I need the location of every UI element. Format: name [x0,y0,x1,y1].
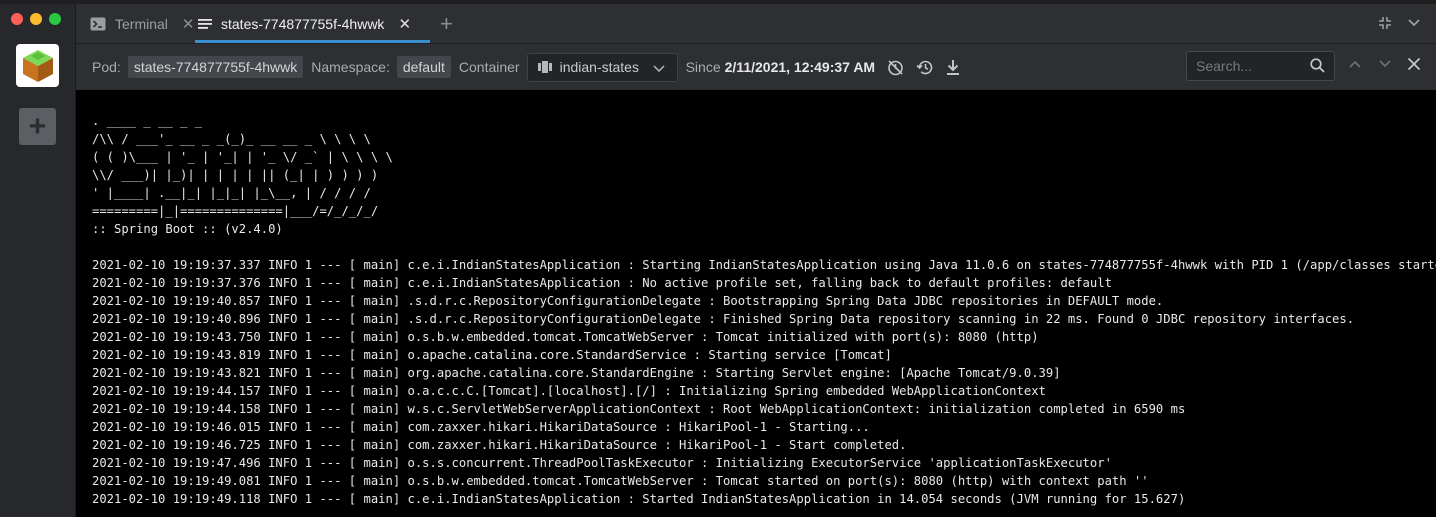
cluster-avatar-icon[interactable] [16,44,59,87]
cluster-sidebar: + [0,4,76,517]
terminal-icon [90,17,106,31]
banner-line: ' |____| .__|_| |_|_| |_\__, | / / / / [92,186,371,200]
cube-icon [22,49,53,82]
log-line: 2021-02-10 19:19:46.015 INFO 1 --- [ mai… [92,420,870,434]
dock-tab-bar: Terminal ✕ states-774877755f-4hwwk ✕ + [76,4,1436,44]
add-cluster-button[interactable]: + [19,108,56,145]
logs-toolbar: Pod: states-774877755f-4hwwk Namespace: … [76,44,1436,90]
log-line: 2021-02-10 19:19:49.081 INFO 1 --- [ mai… [92,474,1149,488]
log-line: 2021-02-10 19:19:43.821 INFO 1 --- [ mai… [92,366,1061,380]
since-label: Since [685,59,721,75]
log-line: 2021-02-10 19:19:46.725 INFO 1 --- [ mai… [92,438,907,452]
namespace-label: Namespace: [311,59,390,75]
since-value: 2/11/2021, 12:49:37 AM [724,59,876,75]
log-line: 2021-02-10 19:19:43.819 INFO 1 --- [ mai… [92,348,892,362]
banner-line: . ____ _ __ _ _ [92,114,203,128]
container-select-value: indian-states [559,59,639,75]
banner-line: =========|_|==============|___/=/_/_/_/ [92,204,379,218]
container-label: Container [458,59,520,75]
container-select[interactable]: indian-states [526,52,678,82]
log-line: 2021-02-10 19:19:43.750 INFO 1 --- [ mai… [92,330,1039,344]
banner-line: ( ( )\___ | '_ | '_| | '_ \/ _` | \ \ \ … [92,150,393,164]
since-timestamp: Since 2/11/2021, 12:49:37 AM [686,59,876,75]
window-zoom-button[interactable] [49,13,61,25]
close-icon[interactable] [1407,57,1421,74]
log-line: 2021-02-10 19:19:44.157 INFO 1 --- [ mai… [92,384,1046,398]
log-line: 2021-02-10 19:19:37.337 INFO 1 --- [ mai… [92,258,1436,272]
new-tab-button[interactable]: + [440,12,453,36]
window-minimize-button[interactable] [30,13,42,25]
namespace-badge: default [396,56,451,78]
tab-terminal[interactable]: Terminal ✕ [90,4,194,44]
window-close-button[interactable] [11,13,23,25]
active-tab-indicator [195,40,430,43]
chevron-up-icon[interactable] [1348,57,1362,74]
banner-line: \\/ ___)| |_)| | | | | || (_| | ) ) ) ) [92,168,379,182]
chevron-down-icon[interactable] [1407,16,1421,33]
pod-label: Pod: [92,59,121,75]
log-line: 2021-02-10 19:19:40.896 INFO 1 --- [ mai… [92,312,1355,326]
close-icon[interactable]: ✕ [398,15,411,33]
log-search-box [1186,51,1335,81]
tab-label: states-774877755f-4hwwk [221,16,385,32]
search-icon[interactable] [1310,58,1325,76]
tab-pod-logs[interactable]: states-774877755f-4hwwk ✕ [198,4,411,44]
history-icon[interactable] [916,59,934,76]
banner-line: :: Spring Boot :: (v2.4.0) [92,222,283,236]
close-icon[interactable]: ✕ [182,15,195,33]
log-blank-line [92,238,1436,256]
log-line: 2021-02-10 19:19:44.158 INFO 1 --- [ mai… [92,402,1186,416]
pod-name-badge: states-774877755f-4hwwk [127,56,304,78]
container-icon [537,61,552,73]
search-input[interactable] [1187,52,1305,80]
chevron-down-icon[interactable] [1378,57,1392,74]
log-line: 2021-02-10 19:19:47.496 INFO 1 --- [ mai… [92,456,1112,470]
log-line: 2021-02-10 19:19:40.857 INFO 1 --- [ mai… [92,294,1164,308]
tab-label: Terminal [115,16,168,32]
log-output: . ____ _ __ _ _ /\\ / ___'_ __ _ _(_)_ _… [76,90,1436,517]
log-lines-icon [198,18,212,30]
banner-line: /\\ / ___'_ __ _ _(_)_ __ __ _ \ \ \ \ [92,132,371,146]
download-icon[interactable] [946,59,960,76]
log-line: 2021-02-10 19:19:37.376 INFO 1 --- [ mai… [92,276,1112,290]
timestamps-icon[interactable] [887,59,904,76]
chevron-down-icon [653,61,665,77]
log-line: 2021-02-10 19:19:49.118 INFO 1 --- [ mai… [92,492,1186,506]
fullscreen-icon[interactable] [1378,16,1392,33]
